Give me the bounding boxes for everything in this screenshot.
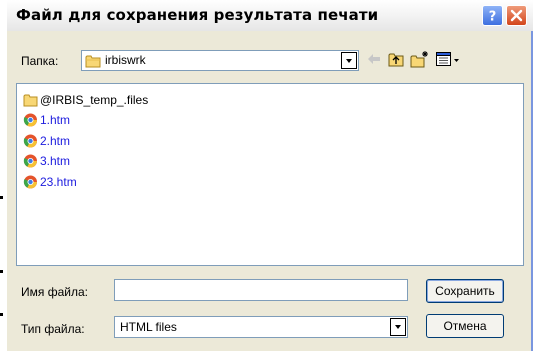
left-edge-mark (0, 196, 3, 199)
list-item[interactable]: 2.htm (23, 132, 70, 150)
new-folder-button[interactable] (410, 50, 430, 71)
close-button[interactable] (506, 5, 527, 26)
close-icon (510, 9, 523, 22)
chrome-icon (23, 154, 37, 168)
folder-combo[interactable]: irbiswrk (81, 50, 359, 71)
window-title: Файл для сохранения результата печати (16, 6, 379, 24)
folder-icon (23, 94, 38, 107)
folder-label: Папка: (21, 54, 59, 68)
list-item[interactable]: 1.htm (23, 111, 70, 129)
chrome-icon (23, 113, 37, 127)
svg-text:?: ? (489, 10, 497, 24)
back-button[interactable] (365, 50, 383, 71)
save-dialog: Файл для сохранения результата печати ? … (7, 0, 533, 351)
chrome-icon (23, 175, 37, 189)
up-folder-icon (388, 53, 404, 67)
list-item-label: 2.htm (40, 134, 71, 148)
back-arrow-icon (368, 54, 380, 64)
filetype-dropdown-arrow[interactable] (390, 318, 406, 336)
file-list[interactable]: @IRBIS_temp_.files 1.htm 2.htm 3.htm 23.… (16, 83, 524, 266)
view-menu-icon (436, 52, 459, 66)
cancel-button[interactable]: Отмена (426, 314, 504, 338)
new-folder-icon (410, 51, 428, 68)
left-edge-mark (0, 270, 3, 273)
list-item-label: @IRBIS_temp_.files (40, 93, 149, 107)
list-item[interactable]: 3.htm (23, 152, 70, 170)
chrome-icon (23, 134, 37, 148)
folder-dropdown-arrow[interactable] (341, 52, 357, 69)
list-item-label: 1.htm (40, 113, 71, 127)
save-button[interactable]: Сохранить (426, 279, 504, 303)
view-menu-button[interactable] (435, 50, 461, 71)
title-bar[interactable]: Файл для сохранения результата печати ? (7, 0, 533, 31)
up-folder-button[interactable] (387, 50, 405, 71)
list-item-label: 3.htm (40, 154, 71, 168)
help-button[interactable]: ? (482, 5, 503, 26)
filetype-value: HTML files (120, 320, 177, 334)
list-item[interactable]: @IRBIS_temp_.files (23, 91, 148, 109)
filename-label: Имя файла: (21, 285, 88, 299)
list-item-label: 23.htm (40, 175, 77, 189)
filename-input[interactable] (114, 279, 408, 301)
help-icon: ? (489, 10, 497, 24)
folder-icon (85, 55, 101, 68)
current-folder: irbiswrk (105, 53, 146, 67)
filetype-label: Тип файла: (21, 322, 85, 336)
filetype-select[interactable]: HTML files (114, 316, 408, 338)
list-item[interactable]: 23.htm (23, 173, 77, 191)
left-edge-mark (0, 313, 3, 316)
